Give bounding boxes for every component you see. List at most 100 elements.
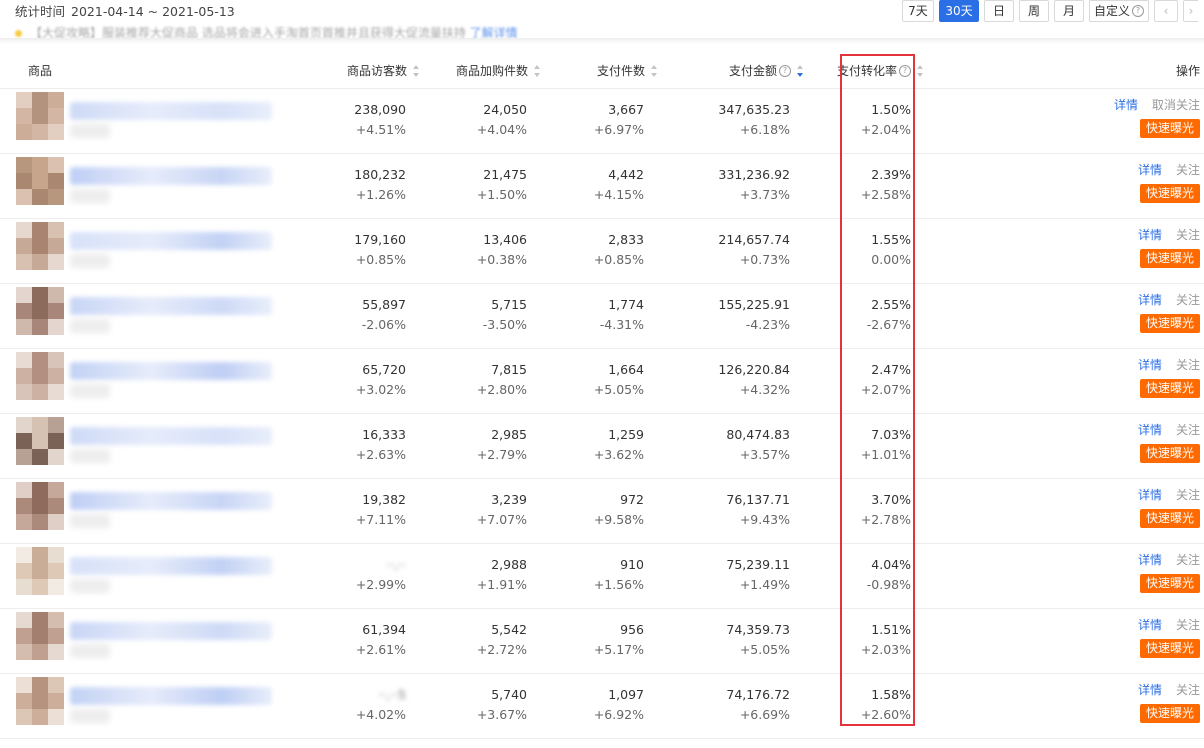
visitors-cell: 16,333 +2.63% [356, 425, 406, 465]
detail-link[interactable]: 详情 [1138, 163, 1162, 177]
cart-items-change: +3.67% [476, 707, 527, 722]
paid-items-change: +9.58% [593, 512, 644, 527]
follow-link[interactable]: 取消关注 [1152, 98, 1200, 112]
detail-link[interactable]: 详情 [1138, 358, 1162, 372]
product-title-redacted[interactable] [70, 297, 272, 315]
row-actions: 详情 关注 快速曝光 [1138, 291, 1200, 333]
table-row: ··,··5 +4.02% 5,740 +3.67% 1,097 +6.92% … [0, 673, 1204, 739]
product-title-redacted[interactable] [70, 557, 272, 575]
product-title-redacted[interactable] [70, 102, 272, 120]
range-custom-button[interactable]: 自定义? [1089, 0, 1149, 22]
follow-link[interactable]: 关注 [1176, 553, 1200, 567]
row-actions: 详情 关注 快速曝光 [1138, 421, 1200, 463]
visitors-change: +2.63% [355, 447, 406, 462]
conversion-value: 1.51% [871, 622, 911, 637]
row-actions: 详情 关注 快速曝光 [1138, 486, 1200, 528]
conversion-cell: 1.51% +2.03% [861, 620, 911, 660]
col-visitors[interactable]: 商品访客数 [347, 62, 420, 79]
follow-link[interactable]: 关注 [1176, 618, 1200, 632]
product-thumbnail[interactable] [16, 612, 64, 660]
table-row: 55,897 -2.06% 5,715 -3.50% 1,774 -4.31% … [0, 283, 1204, 349]
follow-link[interactable]: 关注 [1176, 358, 1200, 372]
paid-amount-value: 126,220.84 [718, 362, 790, 377]
cart-items-change: +0.38% [476, 252, 527, 267]
product-thumbnail[interactable] [16, 287, 64, 335]
paid-amount-cell: 75,239.11 +1.49% [726, 555, 790, 595]
product-title-redacted[interactable] [70, 687, 272, 705]
range-30d-button[interactable]: 30天 [939, 0, 979, 22]
detail-link[interactable]: 详情 [1138, 618, 1162, 632]
quick-expose-button[interactable]: 快速曝光 [1139, 574, 1200, 593]
detail-link[interactable]: 详情 [1138, 423, 1162, 437]
follow-link[interactable]: 关注 [1176, 423, 1200, 437]
detail-link[interactable]: 详情 [1138, 228, 1162, 242]
detail-link[interactable]: 详情 [1138, 553, 1162, 567]
detail-link[interactable]: 详情 [1114, 98, 1138, 112]
range-month-button[interactable]: 月 [1054, 0, 1084, 22]
paid-items-cell: 910 +1.56% [594, 555, 644, 595]
col-paid-items[interactable]: 支付件数 [597, 62, 658, 79]
product-thumbnail[interactable] [16, 157, 64, 205]
paid-amount-cell: 331,236.92 +3.73% [718, 165, 790, 205]
follow-link[interactable]: 关注 [1176, 488, 1200, 502]
quick-expose-button[interactable]: 快速曝光 [1139, 444, 1200, 463]
conversion-change: +2.07% [860, 382, 911, 397]
product-thumbnail[interactable] [16, 482, 64, 530]
range-week-button[interactable]: 周 [1019, 0, 1049, 22]
conversion-value: 1.50% [871, 102, 911, 117]
col-paid-amount[interactable]: 支付金额? [729, 62, 804, 79]
next-period-button[interactable]: › [1183, 0, 1198, 22]
detail-link[interactable]: 详情 [1138, 683, 1162, 697]
product-thumbnail[interactable] [16, 352, 64, 400]
visitors-change: -2.06% [361, 317, 406, 332]
product-title-redacted[interactable] [70, 622, 272, 640]
conversion-cell: 7.03% +1.01% [861, 425, 911, 465]
paid-amount-cell: 214,657.74 +0.73% [718, 230, 790, 270]
paid-items-value: 972 [620, 492, 644, 507]
follow-link[interactable]: 关注 [1176, 683, 1200, 697]
product-thumbnail[interactable] [16, 417, 64, 465]
range-7d-button[interactable]: 7天 [902, 0, 934, 22]
quick-expose-button[interactable]: 快速曝光 [1139, 184, 1200, 203]
detail-link[interactable]: 详情 [1138, 488, 1162, 502]
product-title-redacted[interactable] [70, 232, 272, 250]
cart-items-value: 13,406 [483, 232, 527, 247]
visitors-value: 179,160 [354, 232, 406, 247]
paid-items-cell: 2,833 +0.85% [594, 230, 644, 270]
visitors-value: ··,·· [356, 555, 406, 575]
prev-period-button[interactable]: ‹ [1154, 0, 1178, 22]
quick-expose-button[interactable]: 快速曝光 [1139, 379, 1200, 398]
paid-items-change: +1.56% [593, 577, 644, 592]
paid-amount-cell: 347,635.23 +6.18% [718, 100, 790, 140]
quick-expose-button[interactable]: 快速曝光 [1139, 704, 1200, 723]
col-conversion-label: 支付转化率 [836, 64, 897, 78]
product-thumbnail[interactable] [16, 547, 64, 595]
quick-expose-button[interactable]: 快速曝光 [1139, 509, 1200, 528]
product-thumbnail[interactable] [16, 677, 64, 725]
visitors-cell: 65,720 +3.02% [356, 360, 406, 400]
product-thumbnail[interactable] [16, 92, 64, 140]
product-thumbnail[interactable] [16, 222, 64, 270]
product-title-redacted[interactable] [70, 362, 272, 380]
quick-expose-button[interactable]: 快速曝光 [1139, 314, 1200, 333]
product-title-redacted[interactable] [70, 167, 272, 185]
paid-amount-value: 347,635.23 [718, 102, 790, 117]
product-image-icon [16, 417, 64, 465]
cart-items-value: 2,988 [491, 557, 527, 572]
col-cart-items[interactable]: 商品加购件数 [456, 62, 541, 79]
quick-expose-button[interactable]: 快速曝光 [1139, 119, 1200, 138]
col-conversion[interactable]: 支付转化率? [837, 62, 924, 79]
follow-link[interactable]: 关注 [1176, 228, 1200, 242]
product-title-redacted[interactable] [70, 492, 272, 510]
follow-link[interactable]: 关注 [1176, 163, 1200, 177]
paid-items-value: 1,259 [608, 427, 644, 442]
follow-link[interactable]: 关注 [1176, 293, 1200, 307]
row-actions: 详情 关注 快速曝光 [1138, 161, 1200, 203]
range-day-button[interactable]: 日 [984, 0, 1014, 22]
quick-expose-button[interactable]: 快速曝光 [1139, 639, 1200, 658]
conversion-cell: 2.55% -2.67% [867, 295, 911, 335]
detail-link[interactable]: 详情 [1138, 293, 1162, 307]
visitors-masked-value: ··,··5 [378, 687, 406, 702]
product-title-redacted[interactable] [70, 427, 272, 445]
quick-expose-button[interactable]: 快速曝光 [1139, 249, 1200, 268]
